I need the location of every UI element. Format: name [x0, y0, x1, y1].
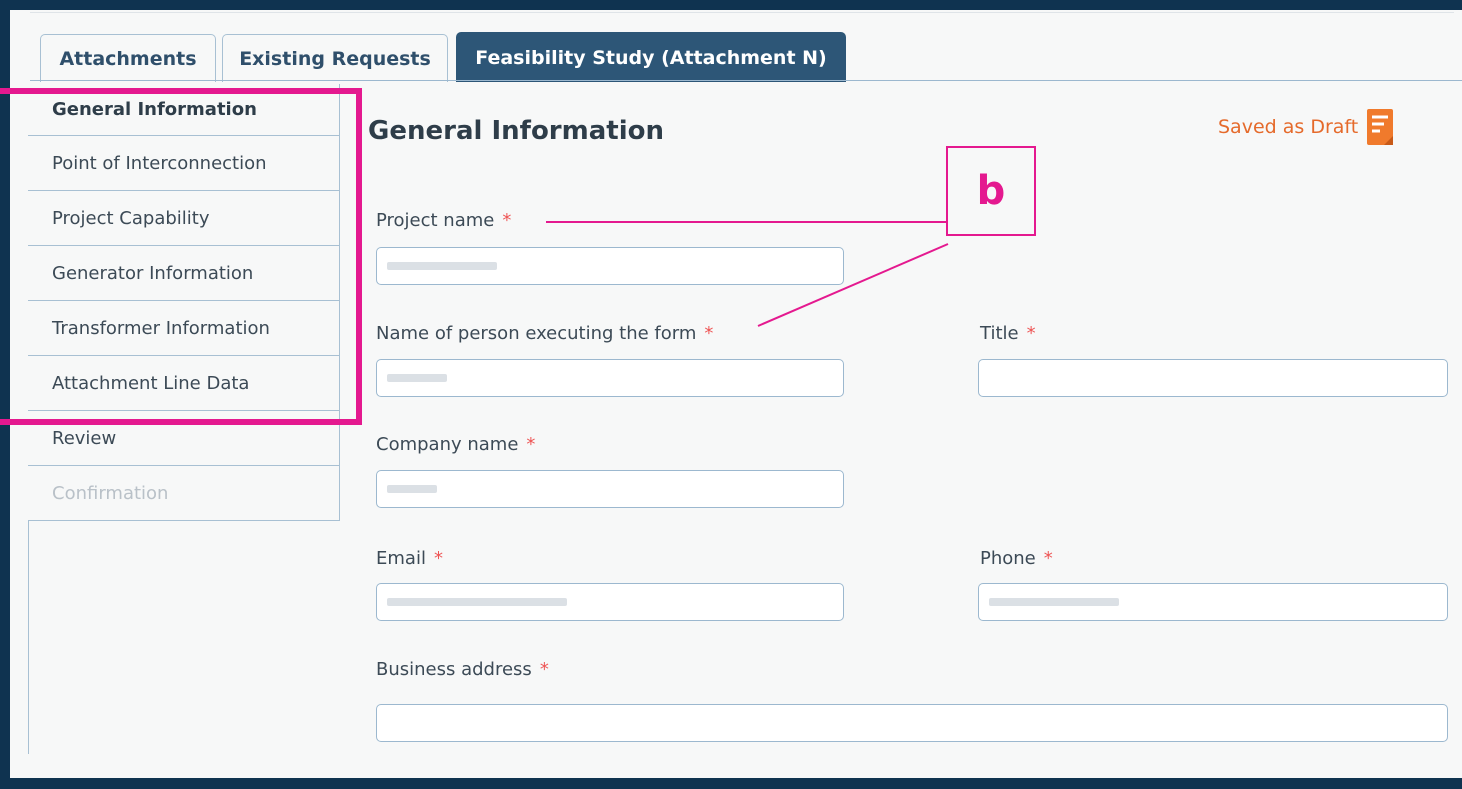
redacted-value	[387, 374, 447, 382]
redacted-value	[387, 485, 437, 493]
title-label: Title *	[980, 323, 1036, 344]
top-divider	[30, 12, 1454, 13]
sidebar-item-confirmation: Confirmation	[28, 466, 340, 521]
project-name-input[interactable]	[376, 247, 844, 285]
company-name-input[interactable]	[376, 470, 844, 508]
callout-label-box: b	[946, 146, 1036, 236]
required-marker: *	[1026, 323, 1036, 344]
email-label: Email *	[376, 548, 443, 569]
tabs-divider	[30, 80, 1462, 81]
tab-existing-requests[interactable]: Existing Requests	[222, 34, 448, 82]
draft-status: Saved as Draft	[1218, 108, 1394, 146]
redacted-value	[989, 598, 1119, 606]
email-input[interactable]	[376, 583, 844, 621]
sidebar-highlight-box	[0, 88, 362, 425]
required-marker: *	[704, 323, 714, 344]
draft-document-icon	[1367, 109, 1394, 145]
required-marker: *	[433, 548, 443, 569]
project-name-label: Project name *	[376, 210, 512, 231]
redacted-value	[387, 262, 497, 270]
redacted-value	[387, 598, 567, 606]
business-address-label: Business address *	[376, 659, 549, 680]
required-marker: *	[539, 659, 549, 680]
phone-label: Phone *	[980, 548, 1053, 569]
company-name-label: Company name *	[376, 434, 536, 455]
executor-name-label: Name of person executing the form *	[376, 323, 714, 344]
required-marker: *	[526, 434, 536, 455]
phone-input[interactable]	[978, 583, 1448, 621]
business-address-input[interactable]	[376, 704, 1448, 742]
required-marker: *	[502, 210, 512, 231]
form-heading: General Information	[368, 116, 664, 146]
title-input[interactable]	[978, 359, 1448, 397]
draft-status-text: Saved as Draft	[1218, 116, 1359, 138]
tab-attachments[interactable]: Attachments	[40, 34, 216, 82]
executor-name-input[interactable]	[376, 359, 844, 397]
tab-feasibility-study[interactable]: Feasibility Study (Attachment N)	[456, 32, 846, 82]
required-marker: *	[1043, 548, 1053, 569]
